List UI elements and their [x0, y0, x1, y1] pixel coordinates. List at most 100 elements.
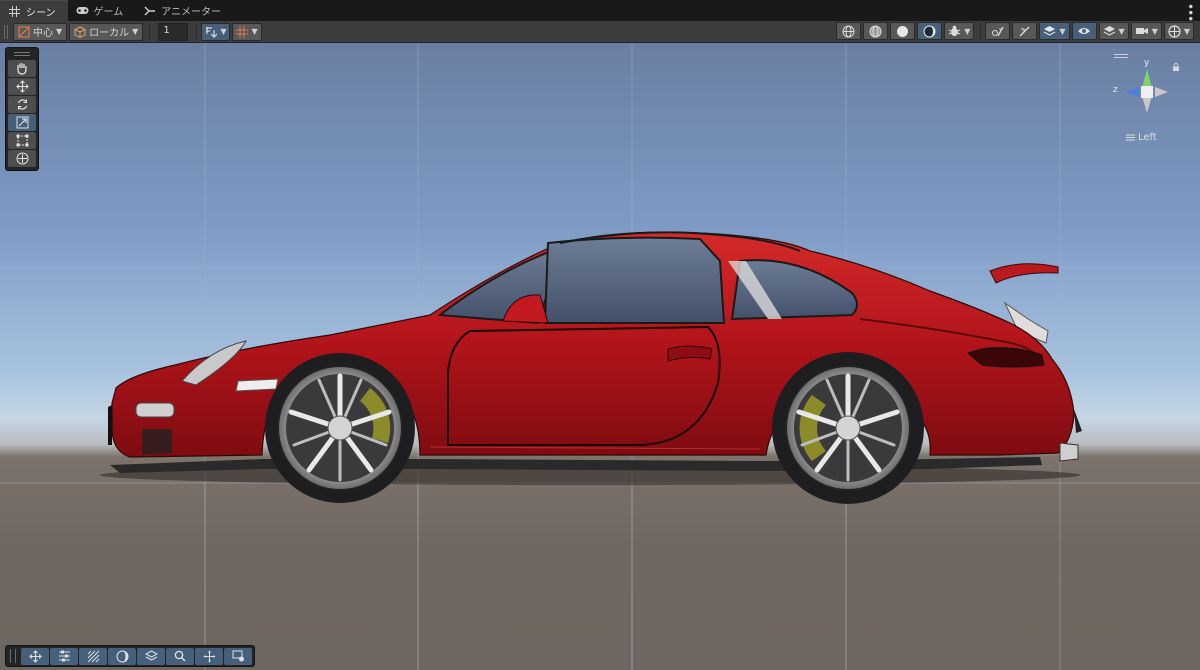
overlay-move-button[interactable] [21, 647, 49, 665]
gizmo-y-label: y [1144, 58, 1150, 68]
shaded-wireframe-button[interactable] [863, 22, 889, 40]
local-cube-icon [74, 25, 86, 38]
scene-camera-dropdown[interactable]: ▼ [1130, 22, 1162, 40]
more-options-icon[interactable]: ••• [1183, 3, 1197, 21]
scene-lighting-toggle[interactable] [1012, 22, 1038, 40]
wireframe-sphere-icon [842, 25, 855, 37]
chevron-down-icon: ▼ [251, 27, 258, 36]
move-arrows-icon [15, 80, 29, 93]
overlay-pan-button[interactable] [195, 647, 223, 665]
gizmo-globe-icon [1168, 24, 1181, 38]
scale-tool-button[interactable] [8, 114, 36, 131]
gamepad-icon [76, 5, 89, 16]
grid-snap-icon [236, 25, 249, 38]
list-icon [1126, 134, 1135, 141]
overlay-camera-preview-button[interactable] [224, 647, 252, 665]
gizmos-layers-dropdown[interactable]: ▼ [1098, 22, 1129, 40]
gizmo-z-label: z [1113, 85, 1118, 95]
scene-visibility-toggle[interactable] [1071, 22, 1097, 40]
shaded-button[interactable] [890, 22, 916, 40]
tools-overlay [5, 47, 39, 171]
2d-toggle-button[interactable] [985, 22, 1011, 40]
overlay-grid-button[interactable] [79, 647, 107, 665]
2d-mode-icon [992, 26, 1004, 36]
overlay-search-button[interactable] [166, 647, 194, 665]
chevron-down-icon: ▼ [132, 27, 139, 36]
bug-icon [948, 25, 961, 36]
chevron-down-icon: ▼ [56, 27, 63, 36]
chevron-down-icon: ▼ [220, 27, 227, 36]
sliders-icon [58, 650, 70, 662]
overlay-align-button[interactable] [50, 647, 78, 665]
pivot-icon [18, 25, 30, 38]
snap-icon [206, 26, 218, 38]
orientation-gizmo[interactable]: y z Left [1112, 58, 1182, 148]
wireframe-shading-button[interactable] [836, 22, 862, 40]
move-arrows-icon [28, 649, 42, 663]
rotate-tool-button[interactable] [8, 96, 36, 113]
lighting-shading-button[interactable] [917, 22, 943, 40]
tab-scene[interactable]: シーン [0, 0, 68, 21]
pivot-mode-dropdown[interactable]: 中心 ▼ [13, 22, 68, 41]
overlay-toolbar-bottom [5, 645, 255, 667]
search-icon [174, 650, 186, 662]
tab-animator[interactable]: アニメーター [135, 0, 233, 21]
layers-stack-icon [1044, 26, 1056, 36]
scene-view-options: ▼ ▼ ▼ ▼ ▼ [836, 22, 1196, 40]
front-wheel [265, 353, 415, 503]
chevron-down-icon: ▼ [1183, 26, 1190, 36]
tab-game[interactable]: ゲーム [68, 0, 136, 21]
shaded-wire-sphere-icon [869, 25, 882, 37]
tab-scene-label: シーン [26, 7, 56, 19]
tab-animator-label: アニメーター [161, 7, 222, 18]
snap-toggle-button[interactable]: ▼ [201, 22, 231, 41]
toolbar-divider [980, 23, 982, 39]
view-mode-label[interactable]: Left [1126, 132, 1157, 143]
shaded-sphere-icon [897, 25, 909, 37]
scene-viewport[interactable] [0, 43, 1200, 670]
move-tool-button[interactable] [8, 78, 36, 95]
transform-all-icon [16, 152, 28, 165]
chevron-down-icon: ▼ [1151, 26, 1158, 36]
grid-increment-field[interactable]: 1 [158, 22, 189, 41]
camera-icon [1135, 28, 1148, 34]
toolbar-divider [149, 23, 151, 40]
overlay-layers-button[interactable] [137, 647, 165, 665]
handle-space-dropdown[interactable]: ローカル ▼ [69, 22, 144, 41]
crosshair-arrows-icon [203, 650, 215, 662]
rear-wheel [772, 352, 924, 504]
gizmos-dropdown[interactable]: ▼ [1163, 22, 1194, 40]
overlay-shading-button[interactable] [108, 647, 136, 665]
view-direction-label: Left [1138, 132, 1157, 143]
overlay-grip[interactable] [10, 649, 16, 663]
lit-sphere-icon [923, 25, 936, 37]
axis-gizmo-icon[interactable] [1112, 58, 1182, 130]
rotate-icon [17, 99, 27, 110]
red-sports-car[interactable] [100, 231, 1082, 504]
rect-transform-icon [16, 134, 28, 147]
lighting-icon [1019, 26, 1030, 36]
toolbar-grip[interactable] [4, 24, 8, 39]
window-tab-bar: シーン ゲーム アニメーター ••• [0, 0, 1200, 21]
layers-icon [1103, 26, 1115, 36]
grid-snapping-button[interactable]: ▼ [232, 22, 262, 41]
toolbar-divider [196, 23, 198, 40]
hand-icon [17, 63, 27, 75]
rect-tool-button[interactable] [8, 132, 36, 149]
audio-effects-dropdown[interactable]: ▼ [1039, 22, 1070, 40]
hatch-grid-icon [87, 650, 99, 662]
scene-render [0, 43, 1200, 670]
tab-game-label: ゲーム [93, 7, 124, 18]
debug-draw-mode-dropdown[interactable]: ▼ [944, 22, 975, 40]
chevron-down-icon: ▼ [1118, 26, 1125, 36]
scene-toolbar: 中心 ▼ ローカル ▼ 1 ▼ ▼ ▼ ▼ ▼ ▼ ▼ [0, 21, 1200, 43]
grid-icon [8, 5, 21, 17]
half-sphere-icon [116, 650, 128, 662]
hand-tool-button[interactable] [8, 60, 36, 77]
layers-stack-icon [144, 650, 158, 661]
tools-grip[interactable] [8, 50, 36, 58]
animator-icon [143, 5, 156, 16]
transform-tool-button[interactable] [8, 150, 36, 167]
scale-icon [16, 116, 28, 129]
handle-space-label: ローカル [89, 28, 130, 39]
